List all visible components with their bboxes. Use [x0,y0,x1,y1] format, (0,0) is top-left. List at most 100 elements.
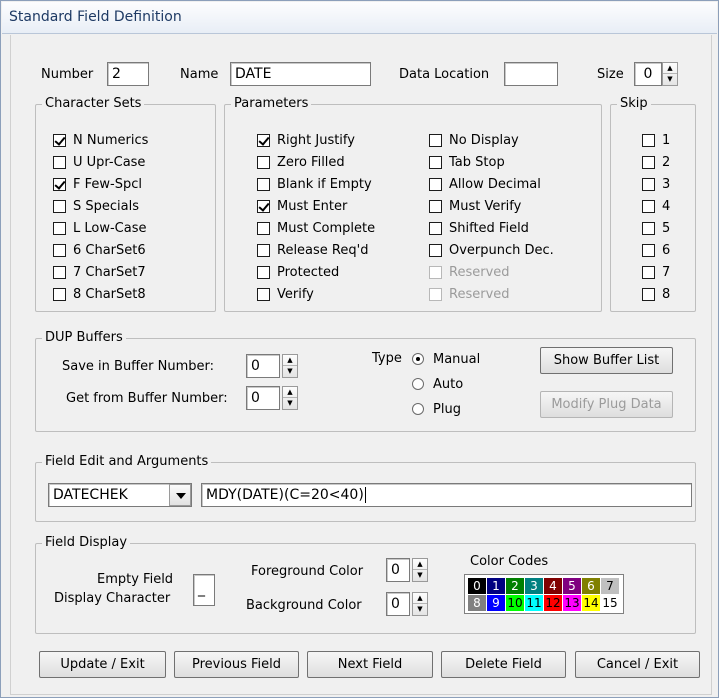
color-code-swatch: 9 [487,595,505,611]
save-buffer-field[interactable]: 0 [246,354,280,378]
skip-checkbox-6[interactable]: 6 [642,242,670,258]
param-checkbox-tab-stop[interactable]: Tab Stop [429,154,505,170]
param-checkbox-must-enter[interactable]: Must Enter [257,198,347,214]
charset-checkbox-4[interactable]: S Specials [53,198,139,214]
type-radio-auto[interactable]: Auto [412,376,463,392]
param-checkbox-shifted-field-label: Shifted Field [449,220,529,236]
field-display-legend: Field Display [42,535,131,550]
skip-checkbox-3[interactable]: 3 [642,176,670,192]
character-sets-legend: Character Sets [42,96,145,111]
get-buffer-field[interactable]: 0 [246,386,280,410]
edit-arguments-field[interactable]: MDY(DATE)(C=20<40)​ [201,483,692,507]
param-checkbox-blank-if-empty[interactable]: Blank if Empty [257,176,372,192]
next-field-button[interactable]: Next Field [307,651,433,678]
spin-down-icon[interactable]: ▼ [283,366,297,377]
get-buffer-spinner[interactable]: ▲ ▼ [282,386,298,410]
background-color-field[interactable]: 0 [386,592,410,616]
chevron-down-icon[interactable] [169,484,191,506]
skip-checkbox-7[interactable]: 7 [642,264,670,280]
previous-field-button[interactable]: Previous Field [174,651,299,678]
param-checkbox-reserved-7-label: Reserved [449,286,510,302]
modify-plug-data-label: Modify Plug Data [551,397,662,412]
spin-up-icon[interactable]: ▲ [413,593,427,604]
spin-up-icon[interactable]: ▲ [413,559,427,570]
param-checkbox-shifted-field[interactable]: Shifted Field [429,220,529,236]
spin-down-icon[interactable]: ▼ [413,570,427,581]
save-buffer-spinner[interactable]: ▲ ▼ [282,354,298,378]
checkbox-icon [642,243,655,257]
background-color-spinner[interactable]: ▲ ▼ [412,592,428,616]
param-checkbox-must-verify[interactable]: Must Verify [429,198,521,214]
spin-up-icon[interactable]: ▲ [283,387,297,398]
charset-checkbox-3[interactable]: F Few-Spcl [53,176,142,192]
checkbox-icon [53,287,66,301]
param-checkbox-verify-label: Verify [277,286,314,302]
data-location-field[interactable] [504,62,558,86]
empty-field-label: Empty Field [97,572,174,587]
charset-checkbox-8[interactable]: 8 CharSet8 [53,286,146,302]
foreground-color-spinner[interactable]: ▲ ▼ [412,558,428,582]
type-radio-plug[interactable]: Plug [412,401,461,417]
skip-checkbox-8[interactable]: 8 [642,286,670,302]
color-code-swatch: 7 [601,578,619,594]
charset-checkbox-1[interactable]: N Numerics [53,132,148,148]
checkbox-icon [257,155,270,169]
charset-checkbox-7[interactable]: 7 CharSet7 [53,264,146,280]
param-checkbox-allow-decimal[interactable]: Allow Decimal [429,176,541,192]
spin-up-icon[interactable]: ▲ [283,355,297,366]
param-checkbox-release-req-d-label: Release Req'd [277,242,369,258]
spin-down-icon[interactable]: ▼ [413,604,427,615]
type-radio-manual[interactable]: Manual [412,351,480,367]
type-label: Type [372,351,402,366]
edit-arguments-value: MDY(DATE)(C=20<40) [206,487,364,503]
name-field[interactable]: DATE [230,62,371,86]
show-buffer-list-button[interactable]: Show Buffer List [540,347,673,374]
checkbox-icon [642,199,655,213]
background-color-label: Background Color [246,598,362,613]
foreground-color-field[interactable]: 0 [386,558,410,582]
cancel-exit-button[interactable]: Cancel / Exit [575,651,700,678]
color-code-swatch: 3 [525,578,543,594]
color-code-swatch: 12 [544,595,562,611]
text-caret: ​ [364,487,366,503]
size-label: Size [597,67,624,82]
checkbox-icon [257,177,270,191]
checkmark-icon [53,133,66,147]
number-field[interactable]: 2 [107,62,149,86]
skip-checkbox-1[interactable]: 1 [642,132,670,148]
checkbox-icon [257,287,270,301]
empty-display-char-field[interactable]: _ [193,574,215,606]
radio-icon [412,353,424,365]
update-exit-button[interactable]: Update / Exit [39,651,166,678]
checkbox-icon [429,199,442,213]
charset-checkbox-5[interactable]: L Low-Case [53,220,146,236]
param-checkbox-zero-filled[interactable]: Zero Filled [257,154,345,170]
param-checkbox-right-justify[interactable]: Right Justify [257,132,355,148]
skip-checkbox-6-label: 6 [662,242,671,258]
param-checkbox-release-req-d[interactable]: Release Req'd [257,242,368,258]
spin-down-icon[interactable]: ▼ [663,74,677,85]
param-checkbox-protected[interactable]: Protected [257,264,339,280]
charset-checkbox-6[interactable]: 6 CharSet6 [53,242,146,258]
param-checkbox-overpunch-dec-[interactable]: Overpunch Dec. [429,242,554,258]
param-checkbox-must-complete[interactable]: Must Complete [257,220,375,236]
param-checkbox-verify[interactable]: Verify [257,286,314,302]
delete-field-button[interactable]: Delete Field [441,651,566,678]
spin-up-icon[interactable]: ▲ [663,63,677,74]
skip-checkbox-4[interactable]: 4 [642,198,670,214]
size-field[interactable]: 0 [634,62,662,86]
skip-checkbox-2[interactable]: 2 [642,154,670,170]
param-checkbox-blank-if-empty-label: Blank if Empty [277,176,372,192]
radio-icon [412,378,424,390]
color-code-swatch: 4 [544,578,562,594]
color-code-swatch: 6 [582,578,600,594]
data-location-label: Data Location [399,67,490,82]
delete-field-label: Delete Field [465,657,542,672]
charset-checkbox-2[interactable]: U Upr-Case [53,154,145,170]
skip-checkbox-5[interactable]: 5 [642,220,670,236]
spin-down-icon[interactable]: ▼ [283,398,297,409]
size-spinner[interactable]: ▲ ▼ [662,62,678,86]
save-buffer-label: Save in Buffer Number: [62,359,214,374]
param-checkbox-no-display[interactable]: No Display [429,132,519,148]
param-checkbox-must-verify-label: Must Verify [449,198,522,214]
